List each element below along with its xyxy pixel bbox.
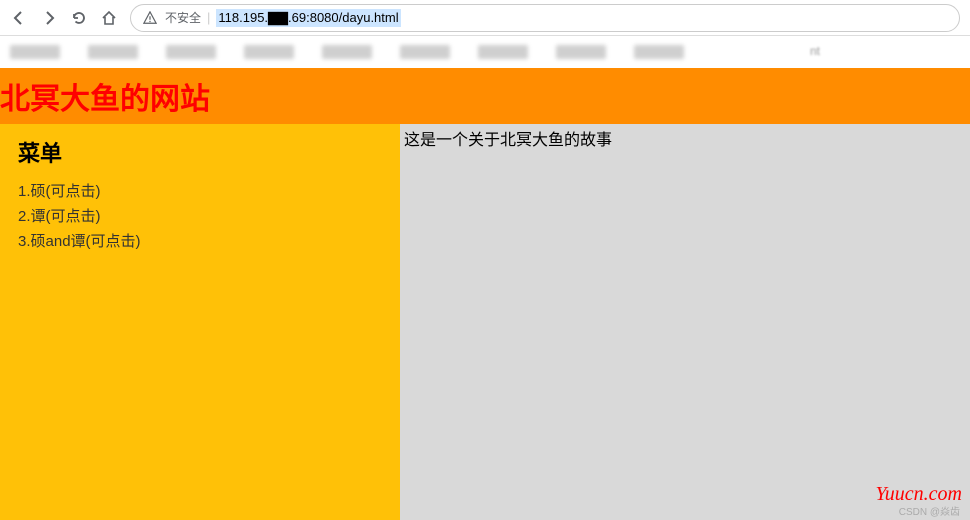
divider: |: [207, 10, 210, 25]
browser-toolbar: 不安全 | 118.195.▇▇.69:8080/dayu.html: [0, 0, 970, 36]
menu-item-1[interactable]: 1.硕(可点击): [18, 178, 382, 203]
header-banner: 北冥大鱼的网站: [0, 68, 970, 124]
reload-icon[interactable]: [70, 9, 88, 27]
menu-item-2[interactable]: 2.谭(可点击): [18, 203, 382, 228]
content-text: 这是一个关于北冥大鱼的故事: [404, 126, 966, 150]
page-title: 北冥大鱼的网站: [0, 74, 970, 118]
menu-heading: 菜单: [18, 136, 382, 168]
bookmark-fragment: nt: [810, 44, 820, 58]
address-bar[interactable]: 不安全 | 118.195.▇▇.69:8080/dayu.html: [130, 4, 960, 32]
csdn-mark: CSDN @焱齿: [899, 503, 960, 518]
bookmarks-bar: nt: [0, 36, 970, 68]
page-content: 北冥大鱼的网站 菜单 1.硕(可点击) 2.谭(可点击) 3.硕and谭(可点击…: [0, 68, 970, 520]
insecure-label: 不安全: [165, 9, 201, 26]
warning-icon: [141, 9, 159, 27]
forward-icon[interactable]: [40, 9, 58, 27]
url-text[interactable]: 118.195.▇▇.69:8080/dayu.html: [216, 9, 400, 27]
back-icon[interactable]: [10, 9, 28, 27]
home-icon[interactable]: [100, 9, 118, 27]
content-pane: 这是一个关于北冥大鱼的故事 Yuucn.com CSDN @焱齿: [400, 124, 970, 520]
menu-item-3[interactable]: 3.硕and谭(可点击): [18, 228, 382, 253]
main-area: 菜单 1.硕(可点击) 2.谭(可点击) 3.硕and谭(可点击) 这是一个关于…: [0, 124, 970, 520]
sidebar: 菜单 1.硕(可点击) 2.谭(可点击) 3.硕and谭(可点击): [0, 124, 400, 520]
